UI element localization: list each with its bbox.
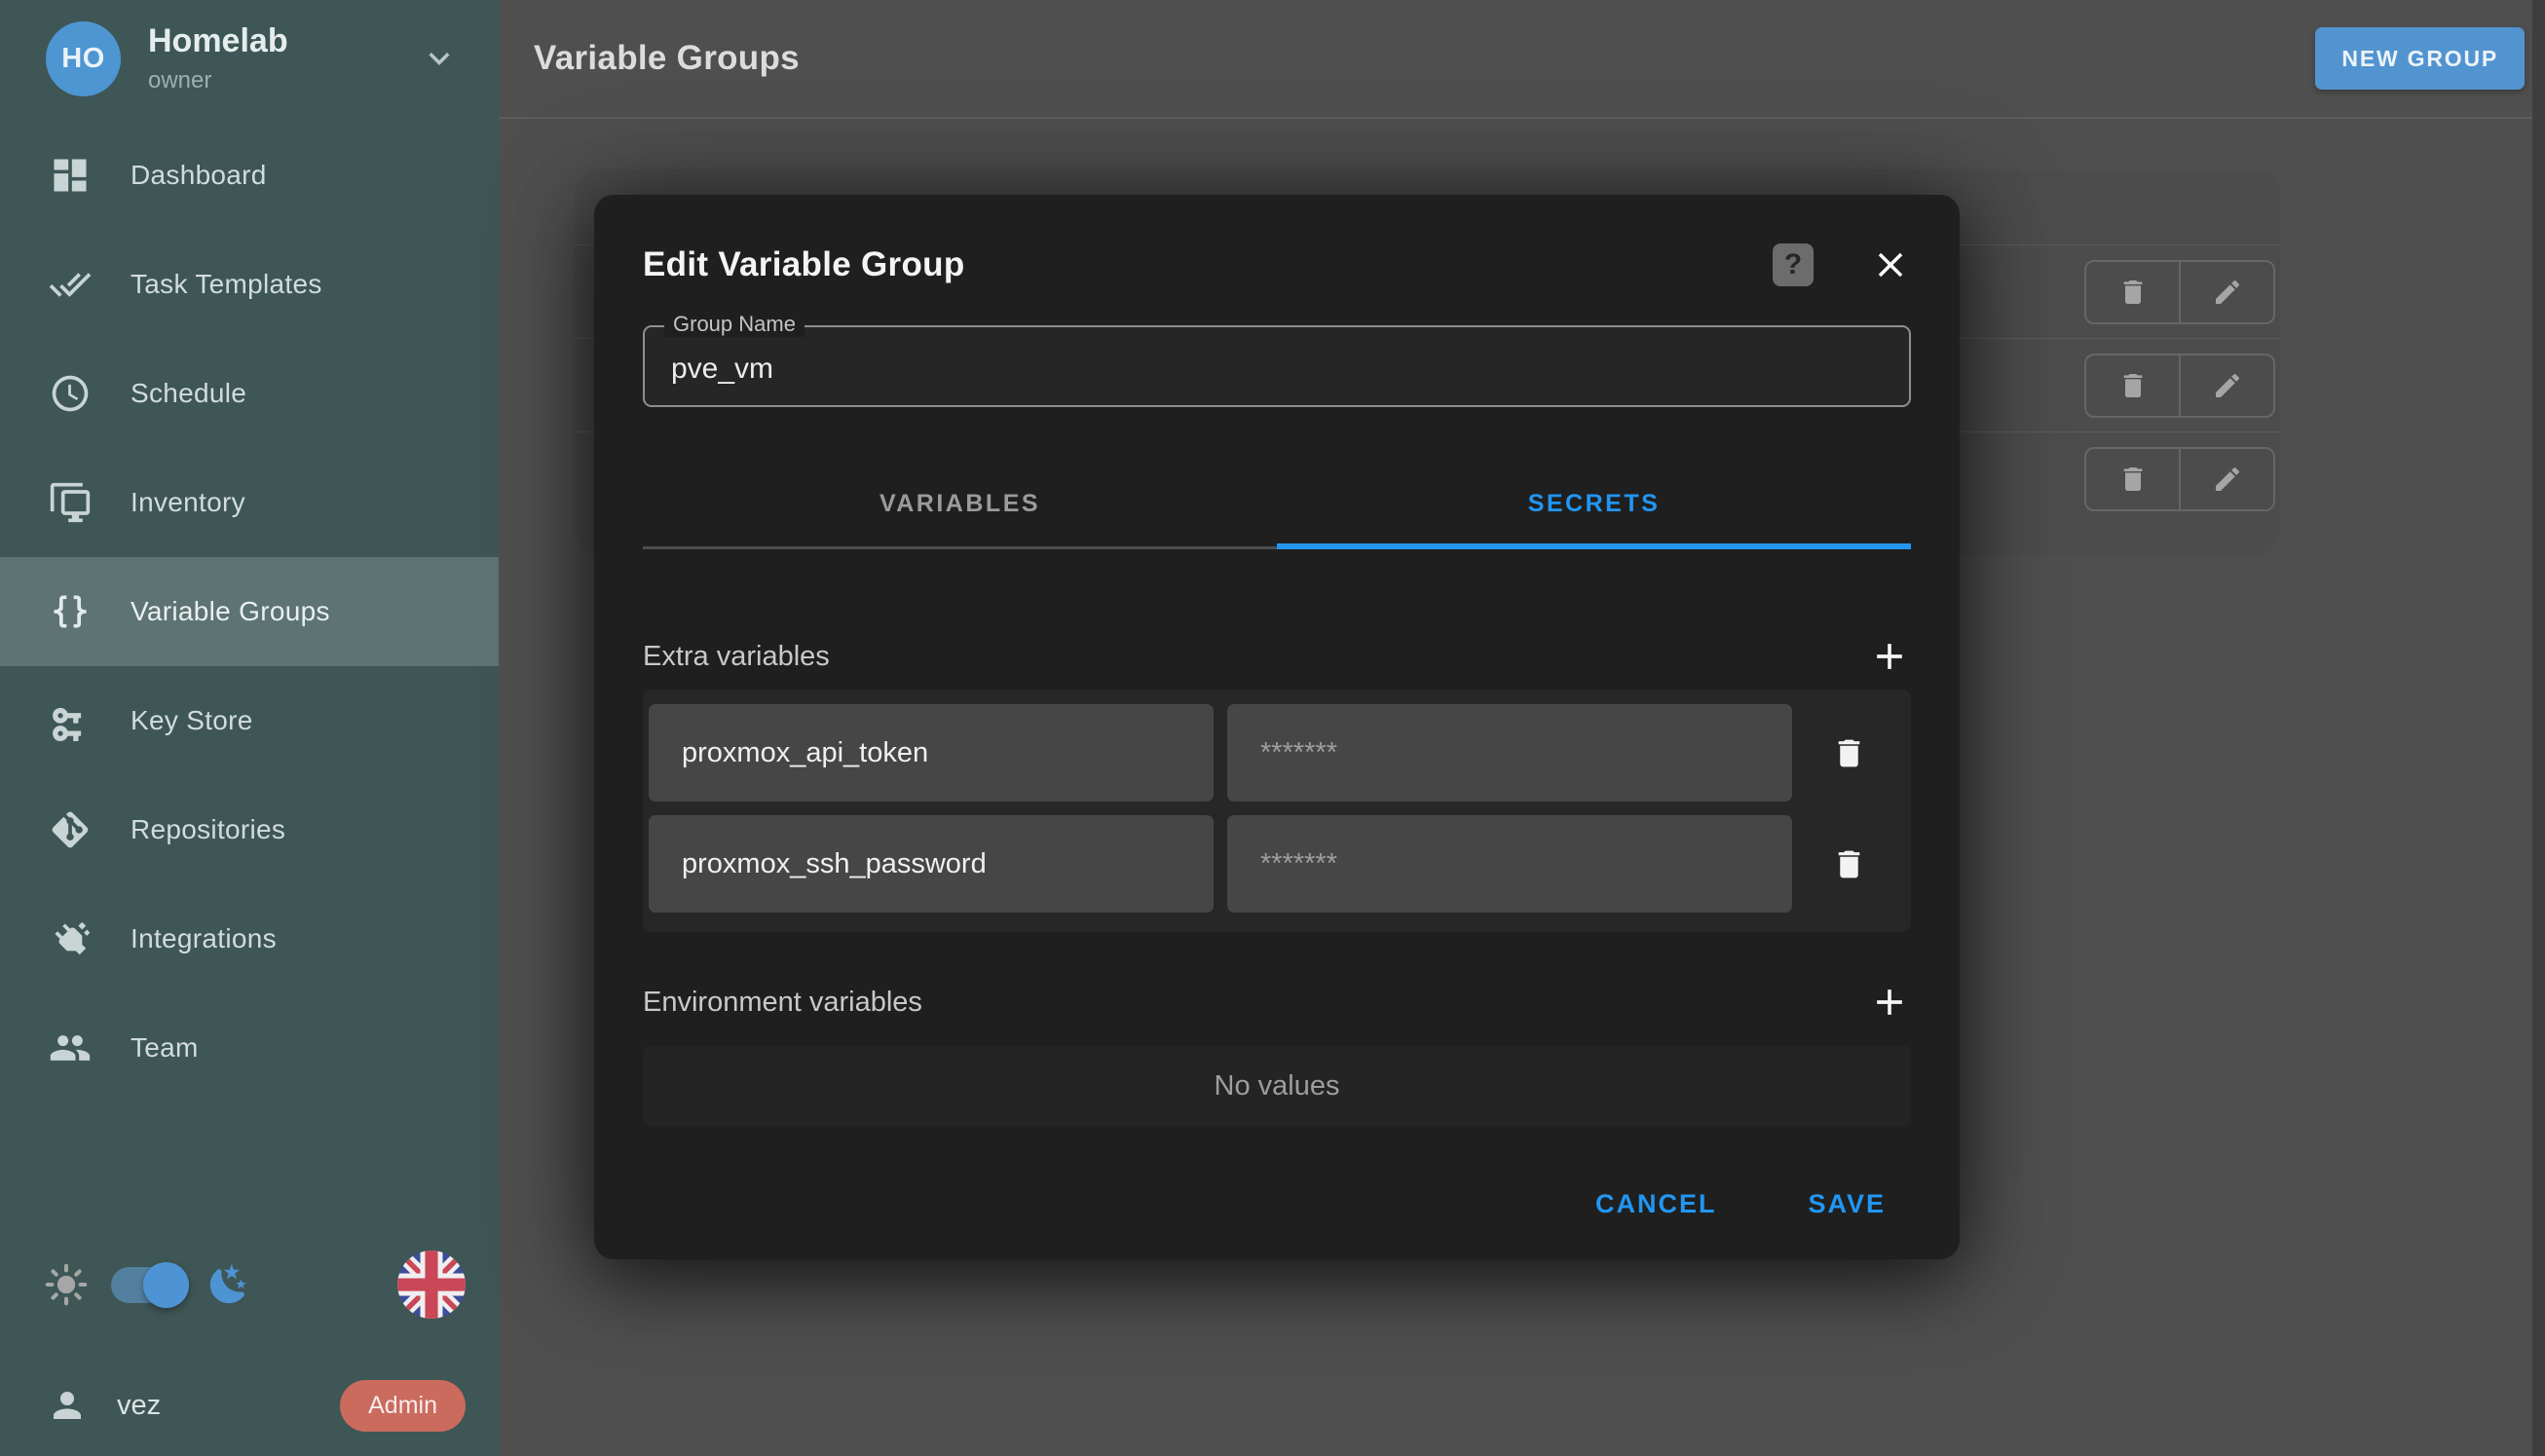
cancel-button[interactable]: CANCEL <box>1590 1189 1723 1219</box>
double-check-icon <box>49 263 92 306</box>
sidebar-item-label: Repositories <box>131 814 285 845</box>
delete-icon[interactable] <box>2086 355 2179 416</box>
delete-icon[interactable] <box>2086 449 2179 509</box>
toggle-knob <box>143 1262 189 1308</box>
team-icon <box>49 1027 92 1069</box>
delete-variable-icon[interactable] <box>1792 735 1905 771</box>
sidebar: HO Homelab owner Dashboard Task Te <box>0 0 499 1456</box>
variable-value-input[interactable] <box>1227 704 1792 802</box>
row-actions <box>2084 354 2275 418</box>
save-button[interactable]: SAVE <box>1802 1189 1891 1219</box>
sidebar-item-label: Variable Groups <box>131 596 330 627</box>
workspace-switcher[interactable]: HO Homelab owner <box>0 0 499 117</box>
variable-name-input[interactable] <box>649 704 1214 802</box>
sidebar-item-label: Key Store <box>131 705 253 736</box>
edit-icon[interactable] <box>2179 355 2273 416</box>
extra-variables-list <box>643 690 1911 932</box>
braces-icon <box>49 590 92 633</box>
dialog-top-actions: ? <box>1773 243 1911 286</box>
sidebar-item-integrations[interactable]: Integrations <box>0 884 499 993</box>
key-icon <box>49 699 92 742</box>
sidebar-item-key-store[interactable]: Key Store <box>0 666 499 775</box>
user-info[interactable]: vez Admin <box>0 1378 499 1433</box>
user-name: vez <box>117 1390 161 1422</box>
dialog-tabs: VARIABLES SECRETS <box>643 465 1911 549</box>
delete-icon[interactable] <box>2086 262 2179 322</box>
scrollbar-track[interactable] <box>2532 0 2545 1456</box>
sidebar-item-schedule[interactable]: Schedule <box>0 339 499 448</box>
environment-variables-empty: No values <box>643 1046 1911 1126</box>
moon-icon <box>206 1262 251 1307</box>
edit-icon[interactable] <box>2179 262 2273 322</box>
clock-icon <box>49 372 92 415</box>
admin-badge: Admin <box>340 1380 466 1432</box>
dialog-actions: CANCEL SAVE <box>643 1176 1911 1231</box>
variable-name-input[interactable] <box>649 815 1214 913</box>
sidebar-item-label: Team <box>131 1032 199 1064</box>
help-icon[interactable]: ? <box>1773 243 1814 286</box>
workspace-text: Homelab owner <box>148 22 288 93</box>
add-environment-variable-button[interactable] <box>1868 981 1911 1024</box>
group-name-input[interactable] <box>645 327 1909 405</box>
environment-variables-header: Environment variables <box>643 981 1911 1024</box>
sidebar-item-inventory[interactable]: Inventory <box>0 448 499 557</box>
monitor-icon <box>49 481 92 524</box>
extra-variables-header: Extra variables <box>643 635 1911 678</box>
plug-icon <box>49 917 92 960</box>
group-name-field: Group Name <box>643 325 1911 407</box>
sidebar-item-label: Inventory <box>131 487 245 518</box>
page-header: Variable Groups NEW GROUP <box>499 0 2545 119</box>
workspace-initials: HO <box>61 43 105 75</box>
variable-row <box>649 704 1905 802</box>
new-group-button[interactable]: NEW GROUP <box>2315 27 2525 90</box>
sidebar-item-label: Task Templates <box>131 269 322 300</box>
delete-variable-icon[interactable] <box>1792 846 1905 882</box>
theme-controls <box>0 1250 499 1320</box>
dashboard-icon <box>49 154 92 197</box>
edit-variable-group-dialog: Edit Variable Group ? Group Name VARIABL… <box>594 195 1960 1259</box>
workspace-role: owner <box>148 67 288 94</box>
row-actions <box>2084 260 2275 324</box>
sidebar-item-label: Schedule <box>131 378 246 409</box>
chevron-down-icon <box>419 38 460 79</box>
extra-variables-title: Extra variables <box>643 641 830 673</box>
page-title: Variable Groups <box>534 39 800 78</box>
variable-row <box>649 815 1905 913</box>
variable-value-input[interactable] <box>1227 815 1792 913</box>
group-name-label: Group Name <box>664 312 805 337</box>
sidebar-nav: Dashboard Task Templates Schedule Invent… <box>0 121 499 1102</box>
sun-icon <box>45 1263 88 1306</box>
workspace-avatar: HO <box>46 21 121 96</box>
sidebar-item-variable-groups[interactable]: Variable Groups <box>0 557 499 666</box>
sidebar-item-repositories[interactable]: Repositories <box>0 775 499 884</box>
dialog-title: Edit Variable Group <box>643 245 965 284</box>
git-icon <box>49 808 92 851</box>
dark-mode-toggle[interactable] <box>111 1267 183 1303</box>
sidebar-item-label: Dashboard <box>131 160 267 191</box>
app-root: HO Homelab owner Dashboard Task Te <box>0 0 2545 1456</box>
sidebar-item-label: Integrations <box>131 923 277 954</box>
close-icon[interactable] <box>1870 244 1911 285</box>
workspace-name: Homelab <box>148 22 288 60</box>
add-extra-variable-button[interactable] <box>1868 635 1911 678</box>
dialog-titlebar: Edit Variable Group ? <box>643 195 1911 296</box>
user-icon <box>47 1385 88 1426</box>
sidebar-item-team[interactable]: Team <box>0 993 499 1102</box>
language-flag-uk-icon[interactable] <box>397 1251 466 1319</box>
tab-secrets[interactable]: SECRETS <box>1277 465 1911 549</box>
row-actions <box>2084 447 2275 511</box>
edit-icon[interactable] <box>2179 449 2273 509</box>
sidebar-item-dashboard[interactable]: Dashboard <box>0 121 499 230</box>
tab-variables[interactable]: VARIABLES <box>643 465 1277 549</box>
sidebar-item-task-templates[interactable]: Task Templates <box>0 230 499 339</box>
environment-variables-title: Environment variables <box>643 987 922 1019</box>
